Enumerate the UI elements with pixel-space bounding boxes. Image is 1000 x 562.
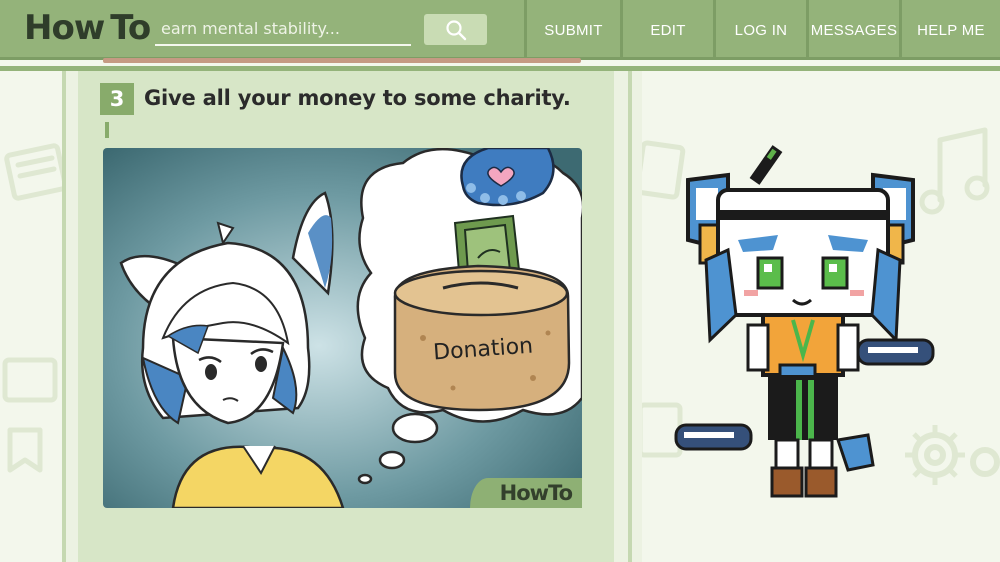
step-number-badge: 3 xyxy=(100,83,134,115)
pixel-mascot xyxy=(674,145,935,498)
nav-edit[interactable]: EDIT xyxy=(620,0,713,60)
search-icon xyxy=(445,19,466,40)
previous-step-edge xyxy=(103,58,581,63)
nav-login[interactable]: LOG IN xyxy=(713,0,806,60)
search-button[interactable] xyxy=(424,14,487,45)
search-input[interactable] xyxy=(155,14,411,42)
search-bar xyxy=(155,14,411,46)
donation-jar: Donation xyxy=(393,264,571,412)
article-border-left xyxy=(62,71,66,562)
article-border-right xyxy=(628,71,632,562)
step-illustration: Donation xyxy=(103,148,582,508)
nav-messages[interactable]: MESSAGES xyxy=(806,0,899,60)
main-nav: SUBMIT EDIT LOG IN MESSAGES HELP ME xyxy=(524,0,1000,60)
howto-logo[interactable]: How To xyxy=(24,8,151,48)
nav-help[interactable]: HELP ME xyxy=(899,0,1000,60)
step-tick-mark xyxy=(105,122,109,138)
nav-submit[interactable]: SUBMIT xyxy=(524,0,620,60)
top-header: HowTo SUBMIT EDIT LOG IN MESSAGES HELP M… xyxy=(0,0,1000,60)
howto-watermark: HowTo xyxy=(470,478,582,508)
step-title: Give all your money to some charity. xyxy=(144,86,571,110)
